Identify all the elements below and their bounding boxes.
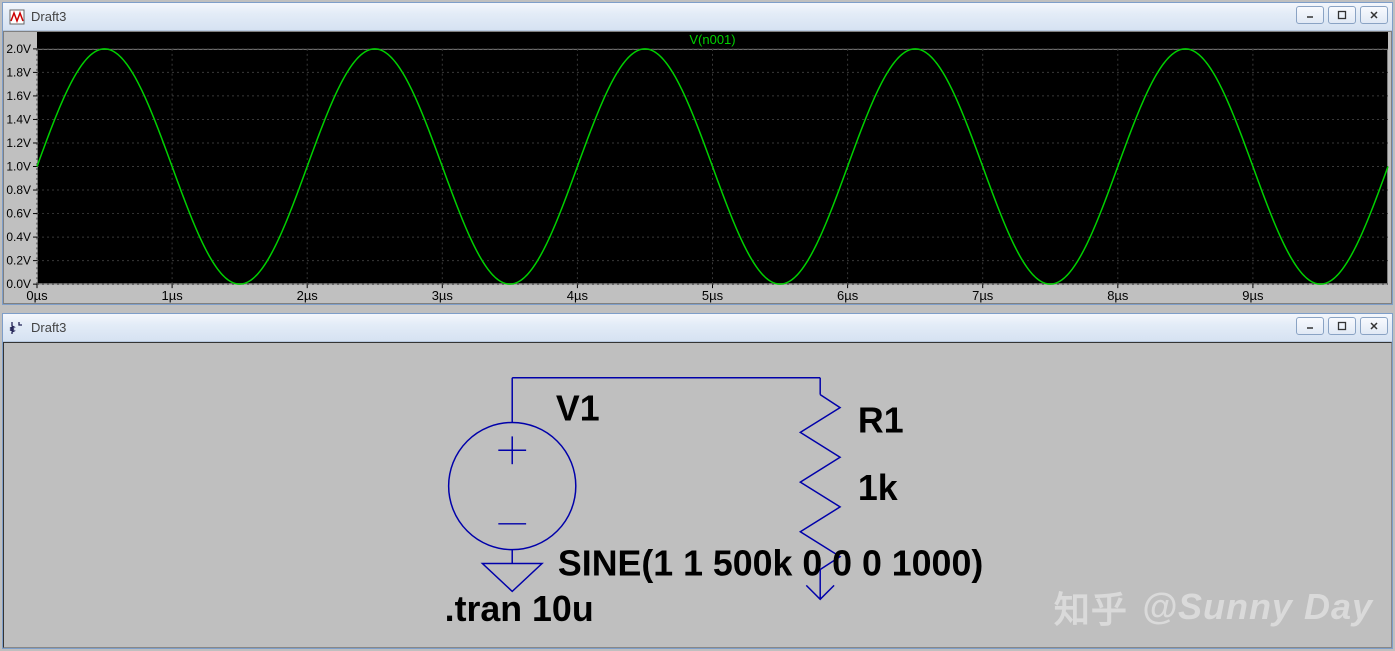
trace-label[interactable]: V(n001) [689,32,735,47]
svg-text:2µs: 2µs [297,288,318,303]
svg-text:2.0V: 2.0V [6,42,31,56]
label-r1: R1 [858,400,904,440]
svg-text:8µs: 8µs [1107,288,1128,303]
waveform-plot[interactable]: V(n001)0µs1µs2µs3µs4µs5µs6µs7µs8µs9µs0.0… [3,31,1392,304]
svg-text:1µs: 1µs [161,288,182,303]
schematic-window[interactable]: Draft3 [2,313,1393,649]
schematic-titlebar[interactable]: Draft3 [3,314,1392,342]
waveform-icon [9,9,25,25]
schematic-icon [9,320,25,336]
svg-text:6µs: 6µs [837,288,858,303]
close-button[interactable] [1360,6,1388,24]
minimize-button[interactable] [1296,317,1324,335]
minimize-button[interactable] [1296,6,1324,24]
label-r1-value: 1k [858,468,898,508]
svg-text:0.6V: 0.6V [6,207,31,221]
label-sine: SINE(1 1 500k 0 0 0 1000) [558,543,983,583]
waveform-title: Draft3 [31,9,66,24]
label-tran: .tran 10u [445,589,594,629]
svg-text:1.2V: 1.2V [6,136,31,150]
svg-text:0.8V: 0.8V [6,183,31,197]
waveform-window-controls [1296,6,1388,24]
svg-text:0.4V: 0.4V [6,230,31,244]
svg-text:0.2V: 0.2V [6,254,31,268]
waveform-window[interactable]: Draft3 V(n001)0µs1µs2µs3µs4µs5µs6µs7µs8µ… [2,2,1393,305]
schematic-window-controls [1296,317,1388,335]
label-v1: V1 [556,388,600,428]
svg-text:4µs: 4µs [567,288,588,303]
schematic-title: Draft3 [31,320,66,335]
waveform-titlebar[interactable]: Draft3 [3,3,1392,31]
svg-text:1.6V: 1.6V [6,89,31,103]
svg-text:1.8V: 1.8V [6,65,31,79]
svg-text:3µs: 3µs [432,288,453,303]
component-ground[interactable] [482,564,542,592]
svg-text:0.0V: 0.0V [6,277,31,291]
svg-text:1.4V: 1.4V [6,112,31,126]
svg-text:5µs: 5µs [702,288,723,303]
svg-text:9µs: 9µs [1242,288,1263,303]
maximize-button[interactable] [1328,6,1356,24]
schematic-canvas[interactable]: V1 R1 1k SINE(1 1 500k 0 0 0 1000) .tran… [3,342,1392,648]
close-button[interactable] [1360,317,1388,335]
maximize-button[interactable] [1328,317,1356,335]
svg-text:1.0V: 1.0V [6,160,31,174]
svg-text:7µs: 7µs [972,288,993,303]
